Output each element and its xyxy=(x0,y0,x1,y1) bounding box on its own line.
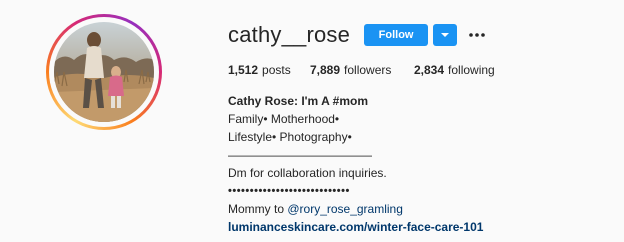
followers-count: 7,889 xyxy=(310,63,341,77)
bio-line: Family• Motherhood• xyxy=(228,112,340,126)
posts-count: 1,512 xyxy=(228,63,259,77)
following-stat[interactable]: 2,834 following xyxy=(414,63,495,77)
avatar-photo-image xyxy=(54,22,154,122)
username: cathy__rose xyxy=(228,22,351,47)
more-options-button[interactable] xyxy=(467,24,487,46)
bio-line: Lifestyle• Photography• xyxy=(228,130,352,144)
bio-line: Dm for collaboration inquiries. xyxy=(228,166,387,180)
suggested-accounts-dropdown-button[interactable] xyxy=(433,24,458,46)
followers-label: followers xyxy=(344,63,392,77)
chevron-down-icon xyxy=(441,33,450,37)
profile-bio: Cathy Rose: I'm A #mom Family• Motherhoo… xyxy=(228,92,608,236)
avatar-story-ring[interactable] xyxy=(46,14,162,130)
profile-header: cathy__rose Follow 1,512 posts 7,889 fol… xyxy=(0,0,624,242)
bio-dots: •••••••••••••••••••••••••••• xyxy=(228,185,350,197)
posts-stat: 1,512 posts xyxy=(228,63,310,77)
bio-mommy-line: Mommy to @rory_rose_gramling xyxy=(228,200,608,218)
profile-header-row: cathy__rose Follow xyxy=(228,22,487,47)
posts-label: posts xyxy=(262,63,291,77)
bio-mommy-prefix: Mommy to xyxy=(228,202,288,216)
mention-link[interactable]: @rory_rose_gramling xyxy=(287,202,403,216)
avatar[interactable] xyxy=(54,22,154,122)
following-label: following xyxy=(448,63,495,77)
bio-divider: ———————————— xyxy=(228,148,372,162)
bio-full-name: Cathy Rose: I'm A #mom xyxy=(228,94,368,108)
follow-button[interactable]: Follow xyxy=(364,24,429,46)
website-link[interactable]: luminanceskincare.com/winter-face-care-1… xyxy=(228,218,608,236)
more-options-icon xyxy=(469,33,485,37)
profile-stats: 1,512 posts 7,889 followers 2,834 follow… xyxy=(228,63,495,77)
following-count: 2,834 xyxy=(414,63,445,77)
followers-stat[interactable]: 7,889 followers xyxy=(310,63,414,77)
